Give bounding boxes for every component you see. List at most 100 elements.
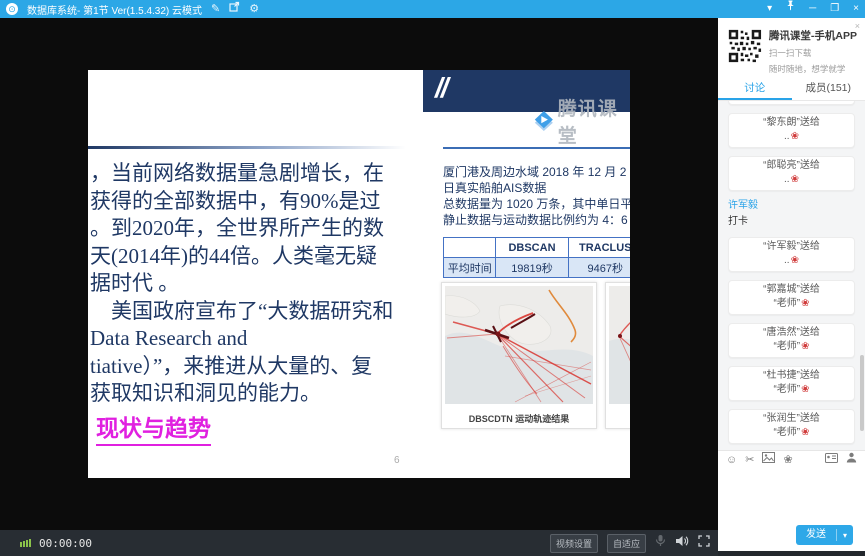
qr-code-image <box>728 26 762 66</box>
close-button[interactable]: × <box>853 0 859 18</box>
rose-icon: ❀ <box>801 384 809 395</box>
ais-info-line: 厦门港及周边水域 2018 年 12 月 2 <box>443 164 630 180</box>
image-icon[interactable] <box>762 451 775 470</box>
microphone-muted-icon[interactable] <box>655 534 666 552</box>
watermark-label: 腾讯课堂 <box>558 94 630 148</box>
gift-message: “老师”❀ <box>728 101 855 105</box>
gift-recipient: “老师” <box>773 427 800 438</box>
table-header-cell <box>444 238 496 258</box>
tab-discussion[interactable]: 讨论 <box>718 78 792 100</box>
rose-icon: ❀ <box>801 427 809 438</box>
emoji-icon[interactable]: ☺ <box>726 451 737 470</box>
gear-icon[interactable]: ⚙ <box>249 0 259 18</box>
scissors-icon[interactable]: ✂ <box>745 451 754 470</box>
gift-message: “郭嘉城”送给 “老师”❀ <box>728 280 855 315</box>
slide-divider-left <box>88 146 406 149</box>
slide-highlight-heading: 现状与趋势 <box>96 409 211 446</box>
slide-text-line: 。到2020年，全世界所产生的数 <box>90 215 442 243</box>
table-cell: 9467秒 <box>568 258 630 278</box>
pin-icon[interactable] <box>786 0 795 18</box>
fullscreen-icon[interactable] <box>698 534 710 552</box>
qr-close-icon[interactable]: × <box>855 21 860 31</box>
qr-subtitle-1: 扫一扫下载 <box>769 47 857 59</box>
restore-button[interactable]: ❐ <box>830 0 839 18</box>
video-stage: // 腾讯课堂 ，当前网络数据量急剧增长，在 获得的全部数据中，有90%是过 。… <box>0 18 718 556</box>
slide-page-number: 6 <box>394 455 400 466</box>
gift-recipient: .. <box>784 174 790 185</box>
signal-bars-icon <box>20 539 31 547</box>
session-timer: 00:00:00 <box>39 537 92 550</box>
gift-message: “黎东朗”送给 ..❀ <box>728 113 855 148</box>
gift-recipient: .. <box>784 255 790 266</box>
app-window: ⊙ 数据库系统- 第1节 Ver(1.5.4.32) 云模式 ✎ ⚙ ▾ ─ ❐… <box>0 0 865 556</box>
gift-message: “许军毅”送给 ..❀ <box>728 237 855 272</box>
gift-message: “郎聪亮”送给 ..❀ <box>728 156 855 191</box>
platform-watermark: 腾讯课堂 <box>533 94 630 148</box>
ais-info-line: 日真实船舶AIS数据 <box>443 180 630 196</box>
id-card-icon[interactable] <box>825 451 838 470</box>
play-logo-icon <box>533 109 555 133</box>
video-settings-button[interactable]: 视频设置 <box>550 534 598 553</box>
slide-text-line: 获得的全部数据中，有90%是过 <box>90 188 442 216</box>
slide-text-line: ，当前网络数据量急剧增长，在 <box>90 160 442 188</box>
gift-message: “唐浩然”送给 “老师”❀ <box>728 323 855 358</box>
speaker-icon[interactable] <box>675 534 689 552</box>
chat-input[interactable] <box>718 469 865 519</box>
rose-icon: ❀ <box>801 298 809 309</box>
player-control-bar: 00:00:00 视频设置 自适应 <box>0 530 718 556</box>
send-options-caret-icon[interactable]: ▾ <box>837 531 853 540</box>
adaptive-button[interactable]: 自适应 <box>607 534 646 553</box>
send-button[interactable]: 发送 ▾ <box>796 525 853 545</box>
gift-sender: “郭嘉城”送给 <box>735 283 848 297</box>
gift-sender: “郎聪亮”送给 <box>735 159 848 173</box>
send-row: 发送 ▾ <box>718 519 865 551</box>
map-caption: DBSCDTN 运动轨迹结果 <box>445 409 593 425</box>
sidebar-tabs: 讨论 成员(151) <box>718 78 865 101</box>
qr-subtitle-2: 随时随地，想学就学 <box>769 63 857 75</box>
rose-icon: ❀ <box>791 131 799 142</box>
comparison-table: DBSCAN TRACLUS 平均时间 19819秒 9467秒 <box>443 237 630 278</box>
gift-message: “张润生”送给 “老师”❀ <box>728 409 855 444</box>
minimize-button[interactable]: ─ <box>809 0 816 18</box>
gift-rose-icon[interactable]: ❀ <box>783 451 792 470</box>
chat-text: 打卡 <box>728 215 855 229</box>
map-card-second <box>605 282 630 429</box>
slide-right-panel: 厦门港及周边水域 2018 年 12 月 2 日真实船舶AIS数据 总数据量为 … <box>443 164 630 278</box>
gift-sender: “黎东朗”送给 <box>735 116 848 130</box>
chat-sidebar: × 腾讯课堂-手机APP 扫一扫下载 随时随地，想学就学 讨论 <box>718 18 865 556</box>
chat-toolbar: ☺ ✂ ❀ <box>718 450 865 469</box>
dropdown-icon[interactable]: ▾ <box>767 0 772 18</box>
chat-username: 许军毅 <box>728 199 855 213</box>
gift-recipient: .. <box>784 131 790 142</box>
slide-body-text: ，当前网络数据量急剧增长，在 获得的全部数据中，有90%是过 。到2020年，全… <box>90 160 442 408</box>
active-tab-indicator <box>718 98 792 100</box>
rose-icon: ❀ <box>801 341 809 352</box>
app-logo-icon: ⊙ <box>6 3 18 15</box>
tab-members[interactable]: 成员(151) <box>792 78 865 100</box>
table-header-cell: DBSCAN <box>496 238 568 258</box>
send-button-label[interactable]: 发送 <box>796 525 836 545</box>
member-person-icon[interactable] <box>846 451 857 470</box>
rose-icon: ❀ <box>791 174 799 185</box>
window-title: 数据库系统- 第1节 Ver(1.5.4.32) 云模式 <box>27 2 202 17</box>
gift-recipient: “老师” <box>773 384 800 395</box>
title-bar: ⊙ 数据库系统- 第1节 Ver(1.5.4.32) 云模式 ✎ ⚙ ▾ ─ ❐… <box>0 0 865 18</box>
chat-message: 许军毅 打卡 <box>728 199 855 229</box>
slide-text-line: 美国政府宣布了“大数据研究和 <box>90 298 442 326</box>
qr-promo-panel: × 腾讯课堂-手机APP 扫一扫下载 随时随地，想学就学 <box>718 18 865 78</box>
presentation-slide: // 腾讯课堂 ，当前网络数据量急剧增长，在 获得的全部数据中，有90%是过 。… <box>88 70 630 478</box>
chat-scrollbar[interactable] <box>860 355 864 431</box>
edit-icon[interactable]: ✎ <box>211 0 220 18</box>
table-header-cell: TRACLUS <box>568 238 630 258</box>
slide-text-line: tiative）”，来推进从大量的、复 <box>90 353 442 381</box>
slide-text-line: 天(2014年)的44倍。人类毫无疑 <box>90 243 442 271</box>
map-card-dbscdtn: DBSCDTN 运动轨迹结果 <box>441 282 597 429</box>
trajectory-maps: DBSCDTN 运动轨迹结果 <box>441 282 630 429</box>
gift-sender: “唐浩然”送给 <box>735 326 848 340</box>
trajectory-map-image-partial <box>609 286 630 404</box>
slide-slashes-decoration: // <box>435 72 447 104</box>
gift-sender: “许军毅”送给 <box>735 240 848 254</box>
slide-text-line: Data Research and <box>90 325 442 353</box>
ais-info-line: 静止数据与运动数据比例约为 4：6 <box>443 212 630 228</box>
share-icon[interactable] <box>229 0 240 18</box>
